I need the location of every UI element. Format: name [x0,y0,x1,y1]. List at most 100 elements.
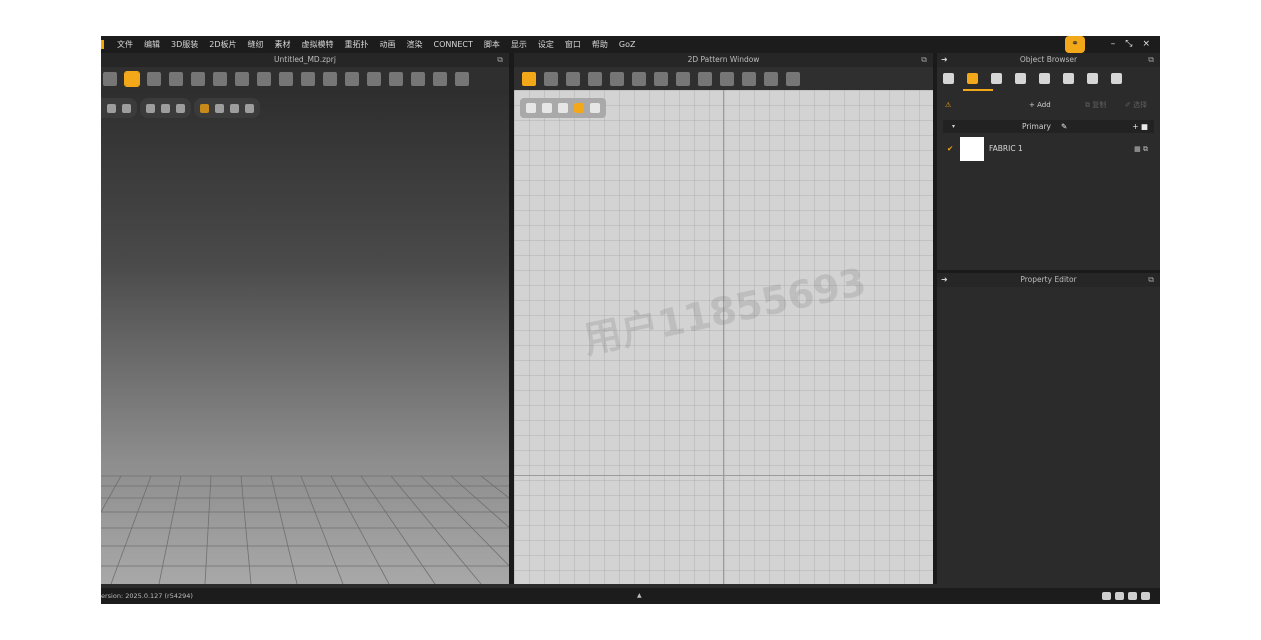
group-name: Primary [1022,122,1051,131]
info-icon[interactable] [558,103,568,113]
split-view-icon[interactable] [1102,592,1111,600]
garment-display-icon[interactable] [122,103,131,113]
collapse-caret-icon[interactable]: ▾ [952,120,955,133]
connect-icon[interactable]: ⚭ [1065,36,1085,53]
minimize-button[interactable]: – [1111,36,1116,53]
sticker-icon[interactable] [455,71,469,86]
button-icon[interactable] [389,71,403,86]
light-icon[interactable] [215,103,224,113]
group-row-primary[interactable]: ▾ Primary ✎ + ■ [943,120,1154,133]
edit-pattern-icon[interactable] [147,71,161,86]
fold-arrange-icon[interactable] [742,71,756,86]
add-folder-icon[interactable]: + ■ [1132,120,1148,133]
menu-settings[interactable]: 设定 [538,36,554,53]
sewing-icon[interactable] [257,71,271,86]
add-button[interactable]: + Add [1029,97,1051,113]
dart-icon[interactable] [632,71,646,86]
list-icon[interactable] [943,72,954,84]
pin-panel-icon[interactable]: ➜ [941,53,948,67]
fabric-list-item[interactable]: ✔ FABRIC 1 ▦ ⧉ [943,137,1154,161]
select-button[interactable]: ✐ 选择 [1125,97,1147,113]
menu-edit[interactable]: 编辑 [144,36,160,53]
menu-avatar[interactable]: 虚拟模特 [302,36,334,53]
hanger-icon[interactable] [161,103,170,113]
fabric-tab-icon[interactable] [967,72,978,84]
edit-brush-icon[interactable] [526,103,536,113]
view-2d-icon[interactable] [1128,592,1137,600]
edit-icon[interactable]: ✎ [1061,120,1067,133]
polygon-icon[interactable] [566,71,580,86]
model-icon[interactable] [230,103,239,113]
avatar-icon[interactable] [279,71,293,86]
cut-icon[interactable] [345,71,359,86]
zipper-tab-icon[interactable] [1087,72,1098,84]
expand-panel-icon[interactable]: ▲ [637,588,642,604]
ruler-icon[interactable] [786,71,800,86]
float-window-icon[interactable]: ⧉ [921,53,927,67]
view-3d-icon[interactable] [1115,592,1124,600]
refresh-icon[interactable] [1141,592,1150,600]
viewport-3d[interactable] [101,90,509,584]
grid-pattern-icon[interactable] [323,71,337,86]
menu-display[interactable]: 显示 [511,36,527,53]
trace-icon[interactable] [301,71,315,86]
menu-3d-garment[interactable]: 3D服装 [171,36,198,53]
pattern-select-icon[interactable] [522,71,536,86]
pin-panel-icon[interactable]: ➜ [941,273,948,287]
garment-icon[interactable] [590,103,600,113]
menu-script[interactable]: 脚本 [484,36,500,53]
edit-point-icon[interactable] [544,71,558,86]
checker-icon[interactable] [991,72,1002,84]
topstitch-icon[interactable] [433,71,447,86]
pin-icon[interactable] [169,71,183,86]
texture-icon[interactable] [200,103,209,113]
menu-goz[interactable]: GoZ [619,36,636,53]
menu-file[interactable]: 文件 [117,36,133,53]
buttonhole-icon[interactable] [1039,72,1050,84]
copy-button[interactable]: ⧉ 复制 [1085,97,1106,113]
globe-icon[interactable] [245,103,254,113]
menu-help[interactable]: 帮助 [592,36,608,53]
restore-button[interactable]: ⤡ [1125,36,1132,53]
shirt-icon[interactable] [542,103,552,113]
menu-connect[interactable]: CONNECT [434,36,473,53]
texture-icon[interactable] [574,103,584,113]
segment-sewing-icon[interactable] [676,71,690,86]
menu-retopology[interactable]: 重拓扑 [345,36,369,53]
close-button[interactable]: × [1142,36,1150,53]
avatar-display-icon[interactable] [107,103,116,113]
brush-icon[interactable] [367,71,381,86]
menu-window[interactable]: 窗口 [565,36,581,53]
pattern-window-2d[interactable]: 用户11855693 [514,90,933,584]
tack-icon[interactable] [191,71,205,86]
warning-icon[interactable]: ⚠ [945,97,951,113]
fabric-action-icons[interactable]: ▦ ⧉ [1134,137,1148,161]
grading-icon[interactable] [654,71,668,86]
float-window-icon[interactable]: ⧉ [1148,53,1154,67]
shirt-icon[interactable] [698,71,712,86]
menu-2d-pattern[interactable]: 2D板片 [209,36,236,53]
float-window-icon[interactable]: ⧉ [1148,273,1154,287]
menu-animation[interactable]: 动画 [380,36,396,53]
fold-icon[interactable] [235,71,249,86]
float-window-icon[interactable]: ⧉ [497,53,503,67]
measure-icon[interactable] [213,71,227,86]
topstitch-icon[interactable] [764,71,778,86]
button-tab-icon[interactable] [1015,72,1026,84]
shirt-icon[interactable] [146,103,155,113]
person-icon[interactable] [176,103,185,113]
select-icon[interactable] [103,71,117,86]
internal-shape-icon[interactable] [610,71,624,86]
trim-icon[interactable] [1111,72,1122,84]
menu-materials[interactable]: 素材 [275,36,291,53]
object-browser-tabs [937,67,1160,89]
viewport3d-title: Untitled_MD.zprj [274,55,336,64]
zipper-icon[interactable] [411,71,425,86]
version-text: ersion: 2025.0.127 (r54294) [101,592,193,600]
menu-sewing[interactable]: 缝纫 [248,36,264,53]
move-icon[interactable] [124,70,140,87]
rectangle-icon[interactable] [588,71,602,86]
topstitch-tab-icon[interactable] [1063,72,1074,84]
free-sewing-icon[interactable] [720,71,734,86]
menu-render[interactable]: 渲染 [407,36,423,53]
